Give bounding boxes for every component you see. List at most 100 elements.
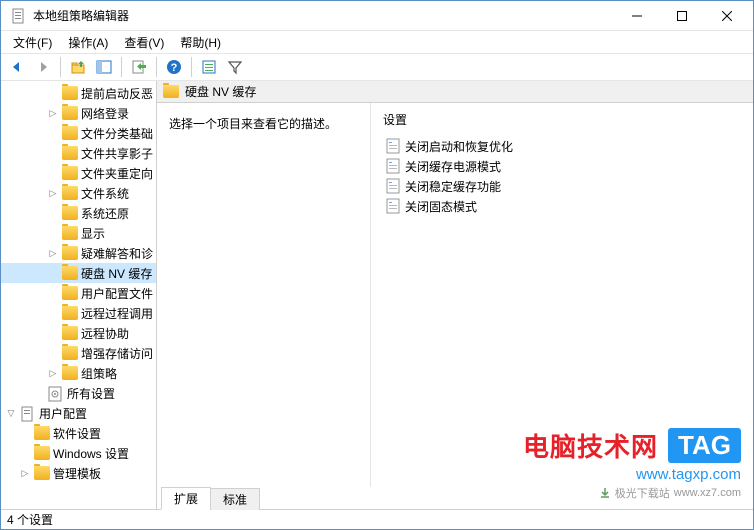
collapse-icon[interactable]: ▽ [5,407,17,419]
menu-help[interactable]: 帮助(H) [172,32,229,53]
export-button[interactable] [127,55,151,79]
tree-item-label: 硬盘 NV 缓存 [81,265,152,282]
tree-item[interactable]: 远程过程调用 [1,303,156,323]
tree-item-label: 文件系统 [81,185,129,202]
folder-icon [62,166,78,180]
tree-item[interactable]: ▷ 管理模板 [1,463,156,483]
tree-item-label: 提前启动反恶 [81,85,153,102]
tree-item-label: 组策略 [81,365,117,382]
folder-icon [163,85,179,98]
expand-icon[interactable]: ▷ [47,107,59,119]
tree-item-label: 文件共享影子 [81,145,153,162]
forward-button[interactable] [31,55,55,79]
setting-item[interactable]: 关闭固态模式 [383,196,741,216]
tree-item[interactable]: Windows 设置 [1,443,156,463]
tree-item-label: 网络登录 [81,105,129,122]
no-toggle [47,267,59,279]
no-toggle [47,347,59,359]
filter-button[interactable] [223,55,247,79]
tree-item-label: Windows 设置 [53,445,129,462]
tree-item-label: 管理模板 [53,465,101,482]
setting-label: 关闭启动和恢复优化 [405,138,513,155]
tree-item[interactable]: ▷ 文件系统 [1,183,156,203]
toolbar-separator [60,57,61,77]
no-toggle [19,427,31,439]
tree-item[interactable]: 增强存储访问 [1,343,156,363]
tree-item[interactable]: 提前启动反恶 [1,83,156,103]
tree-item-label: 远程过程调用 [81,305,153,322]
no-toggle [47,167,59,179]
no-toggle [47,87,59,99]
setting-label: 关闭缓存电源模式 [405,158,501,175]
menu-action[interactable]: 操作(A) [60,32,116,53]
back-button[interactable] [5,55,29,79]
help-button[interactable]: ? [162,55,186,79]
folder-icon [62,126,78,140]
expand-icon[interactable]: ▷ [47,367,59,379]
options-button[interactable] [197,55,221,79]
tree-item[interactable]: 显示 [1,223,156,243]
no-toggle [19,447,31,459]
statusbar: 4 个设置 [1,509,753,529]
folder-icon [62,306,78,320]
content-area: 提前启动反恶 ▷ 网络登录文件分类基础文件共享影子文件夹重定向 ▷ 文件系统系统还原显示… [1,81,753,509]
tab-standard[interactable]: 标准 [210,488,260,510]
toolbar-separator [191,57,192,77]
menubar: 文件(F) 操作(A) 查看(V) 帮助(H) [1,31,753,53]
description-column: 选择一个项目来查看它的描述。 [157,103,371,487]
tree-item-label: 用户配置文件 [81,285,153,302]
app-icon [11,8,27,24]
tree-item[interactable]: ▷ 网络登录 [1,103,156,123]
menu-view[interactable]: 查看(V) [116,32,172,53]
folder-icon [62,86,78,100]
document-icon [20,406,36,420]
tree-item[interactable]: 硬盘 NV 缓存 [1,263,156,283]
tree-item-label: 远程协助 [81,325,129,342]
settings-icon [48,386,64,400]
menu-file[interactable]: 文件(F) [5,32,60,53]
tree-item-label: 显示 [81,225,105,242]
tree-pane[interactable]: 提前启动反恶 ▷ 网络登录文件分类基础文件共享影子文件夹重定向 ▷ 文件系统系统还原显示… [1,81,157,509]
expand-icon[interactable]: ▷ [47,187,59,199]
tree-item-label: 用户配置 [39,405,87,422]
setting-item[interactable]: 关闭稳定缓存功能 [383,176,741,196]
svg-text:?: ? [171,62,178,74]
tree-item-label: 疑难解答和诊 [81,245,153,262]
maximize-button[interactable] [659,2,704,30]
up-button[interactable] [66,55,90,79]
tree-item[interactable]: 文件夹重定向 [1,163,156,183]
toolbar-separator [121,57,122,77]
tree-item[interactable]: 文件共享影子 [1,143,156,163]
tree-item[interactable]: ▷ 疑难解答和诊 [1,243,156,263]
tree-item[interactable]: 软件设置 [1,423,156,443]
tree-item-label: 增强存储访问 [81,345,153,362]
tree-item-label: 所有设置 [67,385,115,402]
close-button[interactable] [704,2,749,30]
expand-icon[interactable]: ▷ [19,467,31,479]
folder-icon [62,286,78,300]
folder-icon [62,246,78,260]
tree-item[interactable]: 远程协助 [1,323,156,343]
settings-header: 设置 [383,111,741,128]
tree-item[interactable]: 用户配置文件 [1,283,156,303]
tree-item[interactable]: 所有设置 [1,383,156,403]
tree-item-label: 软件设置 [53,425,101,442]
tree-item[interactable]: 系统还原 [1,203,156,223]
folder-icon [62,186,78,200]
minimize-button[interactable] [614,2,659,30]
show-hide-tree-button[interactable] [92,55,116,79]
tree-item-label: 系统还原 [81,205,129,222]
tree-item[interactable]: 文件分类基础 [1,123,156,143]
window-title: 本地组策略编辑器 [33,7,614,24]
tab-extended[interactable]: 扩展 [161,487,211,510]
tree-item-label: 文件夹重定向 [81,165,153,182]
toolbar: ? [1,53,753,81]
setting-item[interactable]: 关闭启动和恢复优化 [383,136,741,156]
detail-header: 硬盘 NV 缓存 [157,81,753,103]
status-text: 4 个设置 [7,511,53,528]
tree-item[interactable]: ▷ 组策略 [1,363,156,383]
setting-item[interactable]: 关闭缓存电源模式 [383,156,741,176]
tree-item[interactable]: ▽ 用户配置 [1,403,156,423]
expand-icon[interactable]: ▷ [47,247,59,259]
main-pane: 硬盘 NV 缓存 选择一个项目来查看它的描述。 设置 关闭启动和恢复优化关闭缓存… [157,81,753,509]
